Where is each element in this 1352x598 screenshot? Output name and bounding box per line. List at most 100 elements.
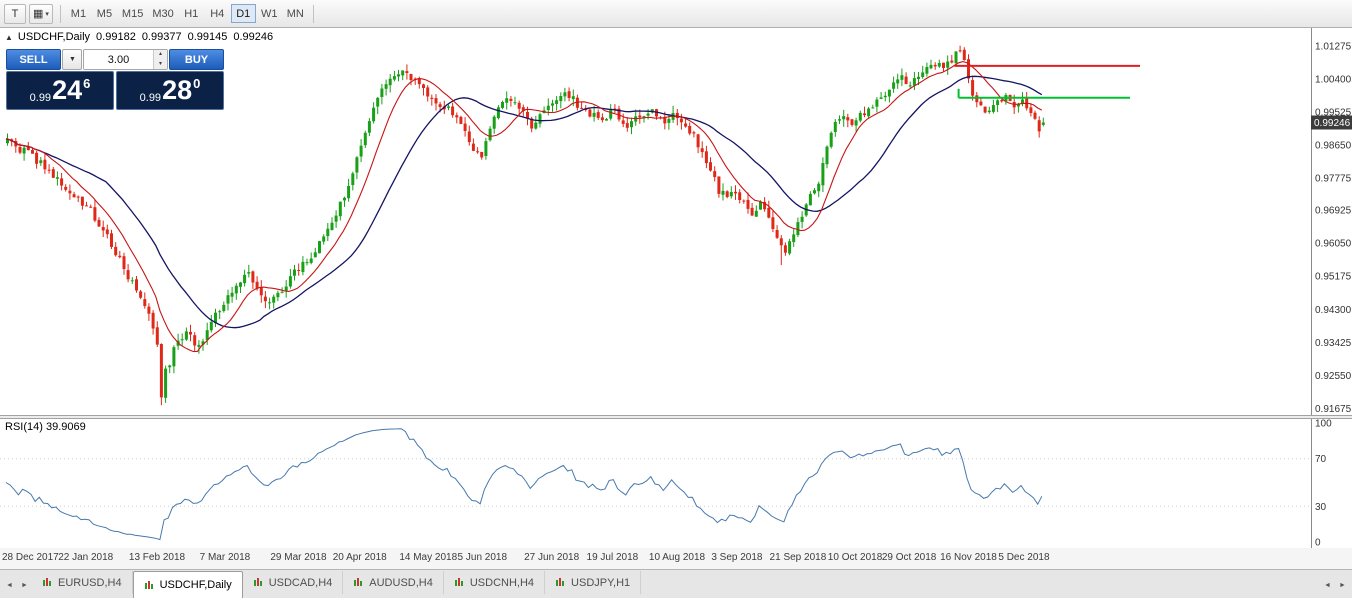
chart-tab-usdchf-daily[interactable]: USDCHF,Daily — [133, 571, 243, 598]
collapse-panel-icon[interactable]: ▲ — [5, 33, 13, 42]
tabs-scroll-right-button[interactable]: ► — [17, 575, 32, 595]
svg-text:1.01275: 1.01275 — [1315, 41, 1352, 52]
layout-tool-button[interactable]: ▦ ▾ — [29, 4, 53, 24]
svg-text:0.94300: 0.94300 — [1315, 305, 1352, 316]
timeframe-button-h1[interactable]: H1 — [179, 4, 204, 23]
time-axis-label: 20 Apr 2018 — [333, 552, 387, 563]
buy-price-big: 28 — [162, 77, 192, 104]
timeframe-button-d1[interactable]: D1 — [231, 4, 256, 23]
candlestick-chart-icon — [555, 577, 566, 588]
time-axis-label: 29 Oct 2018 — [882, 552, 936, 563]
svg-text:0.92550: 0.92550 — [1315, 371, 1352, 382]
chart-tool-button[interactable]: T — [4, 4, 26, 24]
chart-tab-eurusd-h4[interactable]: EURUSD,H4 — [32, 571, 133, 594]
tabs-scroll-left-button[interactable]: ◄ — [1320, 575, 1335, 595]
timeframe-button-m5[interactable]: M5 — [92, 4, 117, 23]
timeframe-button-w1[interactable]: W1 — [257, 4, 282, 23]
chevron-down-icon: ▾ — [45, 10, 49, 18]
svg-text:0.96050: 0.96050 — [1315, 239, 1352, 250]
candlestick-chart-icon — [42, 577, 53, 588]
svg-text:70: 70 — [1315, 454, 1327, 465]
timeframe-button-m15[interactable]: M15 — [118, 4, 147, 23]
top-toolbar: T ▦ ▾ M1M5M15M30H1H4D1W1MN — [0, 0, 1352, 28]
timeframe-button-mn[interactable]: MN — [283, 4, 308, 23]
time-axis-label: 19 Jul 2018 — [587, 552, 639, 563]
time-axis-label: 14 May 2018 — [399, 552, 457, 563]
chart-tabs: EURUSD,H4 USDCHF,Daily USDCAD,H4 AUDUSD,H4 U… — [32, 571, 641, 598]
layers-icon: ▦ — [33, 7, 43, 20]
chart-tab-label: USDCHF,Daily — [160, 579, 232, 591]
buy-price-prefix: 0.99 — [140, 92, 161, 109]
sell-price-display[interactable]: 0.99 24 6 — [6, 71, 114, 110]
svg-text:100: 100 — [1315, 419, 1332, 430]
svg-text:0.93425: 0.93425 — [1315, 338, 1352, 349]
buy-button[interactable]: BUY — [169, 49, 224, 70]
svg-text:30: 30 — [1315, 502, 1327, 513]
chart-tab-label: USDCNH,H4 — [470, 577, 534, 589]
svg-text:0.91675: 0.91675 — [1315, 404, 1352, 415]
time-axis[interactable]: 28 Dec 201722 Jan 2018 13 Feb 2018 7 Mar 2… — [0, 548, 1352, 570]
timeframe-button-m1[interactable]: M1 — [66, 4, 91, 23]
ohlc-high: 0.99377 — [142, 31, 182, 43]
chart-tab-audusd-h4[interactable]: AUDUSD,H4 — [343, 571, 444, 594]
candlestick-chart-icon — [144, 580, 155, 591]
svg-text:0.95175: 0.95175 — [1315, 272, 1352, 283]
timeframe-button-m30[interactable]: M30 — [148, 4, 177, 23]
tabs-right-nav: ◄ ► — [1320, 575, 1350, 598]
sell-button[interactable]: SELL — [6, 49, 61, 70]
main-chart-area: 1.012751.004000.995250.986500.977750.969… — [0, 28, 1352, 415]
chart-tab-label: AUDUSD,H4 — [369, 577, 433, 589]
time-axis-label: 3 Sep 2018 — [711, 552, 762, 563]
candlestick-chart-icon — [353, 577, 364, 588]
ohlc-close: 0.99246 — [233, 31, 273, 43]
sell-price-big: 24 — [52, 77, 82, 104]
spinner-up-icon[interactable]: ▴ — [154, 50, 167, 60]
buy-price-pip: 0 — [193, 72, 200, 91]
time-axis-label: 22 Jan 2018 — [58, 552, 113, 563]
time-axis-label: 10 Aug 2018 — [649, 552, 705, 563]
toolbar-separator — [60, 5, 61, 23]
time-axis-label: 28 Dec 2017 — [2, 552, 59, 563]
chart-header: ▲ USDCHF,Daily 0.99182 0.99377 0.99145 0… — [5, 31, 273, 43]
svg-text:1.00400: 1.00400 — [1315, 75, 1352, 86]
chart-tab-label: USDJPY,H1 — [571, 577, 630, 589]
chart-tool-icon: T — [12, 8, 19, 20]
buy-price-display[interactable]: 0.99 28 0 — [116, 71, 224, 110]
volume-field-wrap: ▴ ▾ — [83, 49, 168, 70]
symbol-title: USDCHF,Daily — [18, 31, 90, 43]
rsi-indicator-label: RSI(14) 39.9069 — [5, 421, 86, 433]
chart-tab-label: USDCAD,H4 — [269, 577, 333, 589]
sell-price-pip: 6 — [83, 72, 90, 91]
chart-tab-usdjpy-h1[interactable]: USDJPY,H1 — [545, 571, 641, 594]
spinner-down-icon[interactable]: ▾ — [154, 60, 167, 70]
chart-tab-usdcad-h4[interactable]: USDCAD,H4 — [243, 571, 344, 594]
rsi-svg[interactable]: 100 70 30 0 — [0, 419, 1352, 548]
time-axis-label: 5 Jun 2018 — [458, 552, 508, 563]
volume-spinner: ▴ ▾ — [153, 50, 167, 69]
ohlc-open: 0.99182 — [96, 31, 136, 43]
timeframe-button-h4[interactable]: H4 — [205, 4, 230, 23]
volume-input[interactable] — [84, 50, 153, 69]
svg-text:0: 0 — [1315, 538, 1321, 549]
sell-price-prefix: 0.99 — [30, 92, 51, 109]
svg-text:0.96925: 0.96925 — [1315, 206, 1352, 217]
time-axis-label: 16 Nov 2018 — [940, 552, 997, 563]
tabs-scroll-left-button[interactable]: ◄ — [2, 575, 17, 595]
volume-dropdown-button[interactable]: ▼ — [62, 49, 82, 70]
chart-tab-usdcnh-h4[interactable]: USDCNH,H4 — [444, 571, 545, 594]
chevron-down-icon: ▼ — [69, 56, 76, 63]
time-axis-label: 27 Jun 2018 — [524, 552, 579, 563]
rsi-panel: 100 70 30 0 RSI(14) 39.9069 — [0, 419, 1352, 548]
toolbar-separator — [313, 5, 314, 23]
tabs-scroll-right-button[interactable]: ► — [1335, 575, 1350, 595]
candlestick-chart-icon — [253, 577, 264, 588]
chart-tabbar: ◄ ► EURUSD,H4 USDCHF,Daily USDCAD,H4 AUDUSD… — [0, 570, 1352, 598]
time-axis-label: 7 Mar 2018 — [200, 552, 251, 563]
candlestick-chart-icon — [454, 577, 465, 588]
ohlc-low: 0.99145 — [188, 31, 228, 43]
time-axis-label: 21 Sep 2018 — [770, 552, 827, 563]
time-axis-label: 10 Oct 2018 — [828, 552, 882, 563]
time-axis-label: 13 Feb 2018 — [129, 552, 185, 563]
time-axis-label: 29 Mar 2018 — [270, 552, 326, 563]
one-click-trading-panel: SELL ▼ ▴ ▾ BUY 0.99 24 6 0.99 28 — [6, 49, 224, 110]
